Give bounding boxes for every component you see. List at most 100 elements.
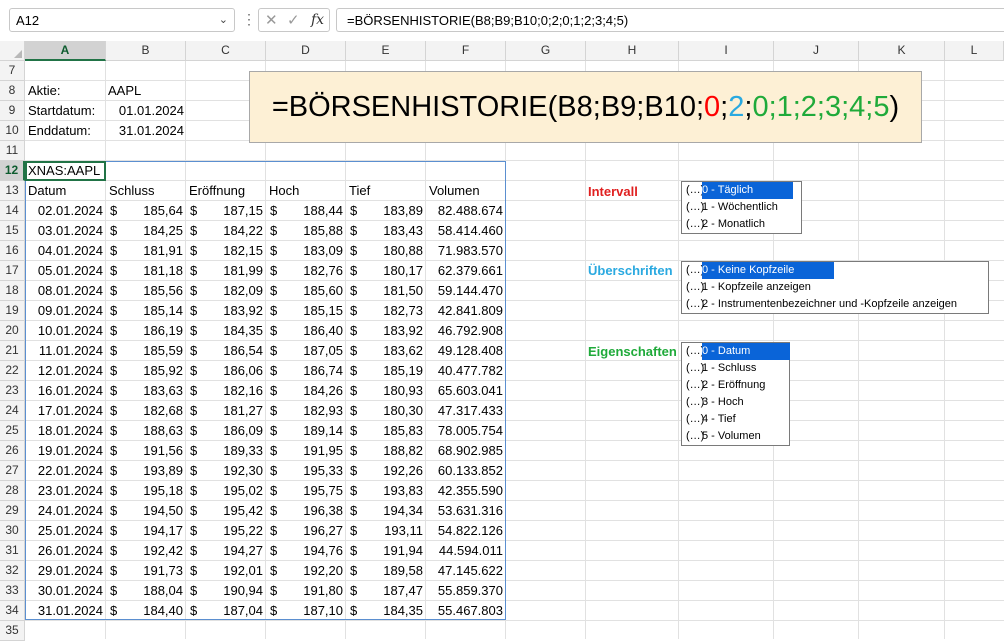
row-header-10[interactable]: 10 [0,121,25,141]
table-cell[interactable]: 42.841.809 [426,301,506,321]
table-cell[interactable]: 10.01.2024 [25,321,106,341]
end-date-label[interactable]: Enddatum: [28,121,91,141]
row-header-29[interactable]: 29 [0,501,25,521]
table-cell[interactable]: $191,94 [346,541,426,561]
table-cell[interactable]: 59.144.470 [426,281,506,301]
table-cell[interactable]: 05.01.2024 [25,261,106,281]
row-header-24[interactable]: 24 [0,401,25,421]
table-cell[interactable]: 53.631.316 [426,501,506,521]
row-header-23[interactable]: 23 [0,381,25,401]
table-cell[interactable]: 29.01.2024 [25,561,106,581]
table-cell[interactable]: $193,11 [346,521,426,541]
table-cell[interactable]: $189,58 [346,561,426,581]
table-cell[interactable]: 25.01.2024 [25,521,106,541]
table-cell[interactable]: 03.01.2024 [25,221,106,241]
aktie-label[interactable]: Aktie: [28,81,61,101]
table-cell[interactable]: 30.01.2024 [25,581,106,601]
table-cell[interactable]: $185,83 [346,421,426,441]
table-cell[interactable]: $191,73 [106,561,186,581]
table-cell[interactable]: 54.822.126 [426,521,506,541]
table-cell[interactable]: 11.01.2024 [25,341,106,361]
table-cell[interactable]: $184,35 [186,321,266,341]
column-header-b[interactable]: B [106,41,186,61]
row-header-28[interactable]: 28 [0,481,25,501]
row-header-34[interactable]: 34 [0,601,25,621]
table-cell[interactable]: $181,50 [346,281,426,301]
table-cell[interactable]: $192,26 [346,461,426,481]
table-cell[interactable]: $191,80 [266,581,346,601]
table-cell[interactable]: $182,15 [186,241,266,261]
table-header-0[interactable]: Datum [28,181,66,201]
table-cell[interactable]: $185,64 [106,201,186,221]
table-cell[interactable]: $187,10 [266,601,346,621]
table-cell[interactable]: $185,92 [106,361,186,381]
row-header-13[interactable]: 13 [0,181,25,201]
cancel-icon[interactable]: ✕ [265,11,278,29]
table-cell[interactable]: 18.01.2024 [25,421,106,441]
table-cell[interactable]: $184,40 [106,601,186,621]
row-header-32[interactable]: 32 [0,561,25,581]
table-cell[interactable]: $185,88 [266,221,346,241]
table-cell[interactable]: 82.488.674 [426,201,506,221]
table-cell[interactable]: $185,15 [266,301,346,321]
aktie-value[interactable]: AAPL [108,81,141,101]
table-cell[interactable]: $189,33 [186,441,266,461]
table-cell[interactable]: $185,19 [346,361,426,381]
table-cell[interactable]: $182,16 [186,381,266,401]
row-header-31[interactable]: 31 [0,541,25,561]
table-cell[interactable]: $188,04 [106,581,186,601]
column-header-c[interactable]: C [186,41,266,61]
row-header-12[interactable]: 12 [0,161,25,181]
row-header-14[interactable]: 14 [0,201,25,221]
table-cell[interactable]: $194,17 [106,521,186,541]
table-cell[interactable]: $180,93 [346,381,426,401]
table-cell[interactable]: $183,63 [106,381,186,401]
table-cell[interactable]: $183,09 [266,241,346,261]
row-header-19[interactable]: 19 [0,301,25,321]
table-cell[interactable]: 31.01.2024 [25,601,106,621]
row-header-18[interactable]: 18 [0,281,25,301]
more-options-icon[interactable]: ⋮ [242,11,256,28]
table-cell[interactable]: 17.01.2024 [25,401,106,421]
table-cell[interactable]: $196,38 [266,501,346,521]
table-cell[interactable]: 49.128.408 [426,341,506,361]
table-cell[interactable]: $196,27 [266,521,346,541]
table-cell[interactable]: $185,56 [106,281,186,301]
list-item[interactable]: (…)2 - Instrumentenbezeichner und -Kopfz… [682,296,988,313]
table-cell[interactable]: $189,14 [266,421,346,441]
column-header-h[interactable]: H [586,41,679,61]
row-header-27[interactable]: 27 [0,461,25,481]
table-cell[interactable]: $194,34 [346,501,426,521]
table-cell[interactable]: $182,93 [266,401,346,421]
row-header-20[interactable]: 20 [0,321,25,341]
table-cell[interactable]: $184,22 [186,221,266,241]
table-cell[interactable]: 71.983.570 [426,241,506,261]
table-cell[interactable]: $186,74 [266,361,346,381]
table-cell[interactable]: $194,27 [186,541,266,561]
table-cell[interactable]: $181,27 [186,401,266,421]
list-item[interactable]: (…)2 - Eröffnung [682,377,789,394]
table-cell[interactable]: 60.133.852 [426,461,506,481]
table-cell[interactable]: $182,73 [346,301,426,321]
table-cell[interactable]: $186,09 [186,421,266,441]
table-cell[interactable]: $195,42 [186,501,266,521]
column-header-g[interactable]: G [506,41,586,61]
table-cell[interactable]: 42.355.590 [426,481,506,501]
table-cell[interactable]: $191,56 [106,441,186,461]
table-cell[interactable]: $186,19 [106,321,186,341]
table-cell[interactable]: $193,83 [346,481,426,501]
row-header-26[interactable]: 26 [0,441,25,461]
table-cell[interactable]: $192,30 [186,461,266,481]
table-cell[interactable]: 24.01.2024 [25,501,106,521]
table-cell[interactable]: $181,99 [186,261,266,281]
confirm-icon[interactable]: ✓ [287,11,300,29]
row-header-8[interactable]: 8 [0,81,25,101]
table-cell[interactable]: $190,94 [186,581,266,601]
table-cell[interactable]: $186,54 [186,341,266,361]
table-cell[interactable]: $184,26 [266,381,346,401]
table-cell[interactable]: $182,68 [106,401,186,421]
table-cell[interactable]: $185,14 [106,301,186,321]
table-cell[interactable]: $186,06 [186,361,266,381]
row-header-15[interactable]: 15 [0,221,25,241]
table-cell[interactable]: $185,59 [106,341,186,361]
